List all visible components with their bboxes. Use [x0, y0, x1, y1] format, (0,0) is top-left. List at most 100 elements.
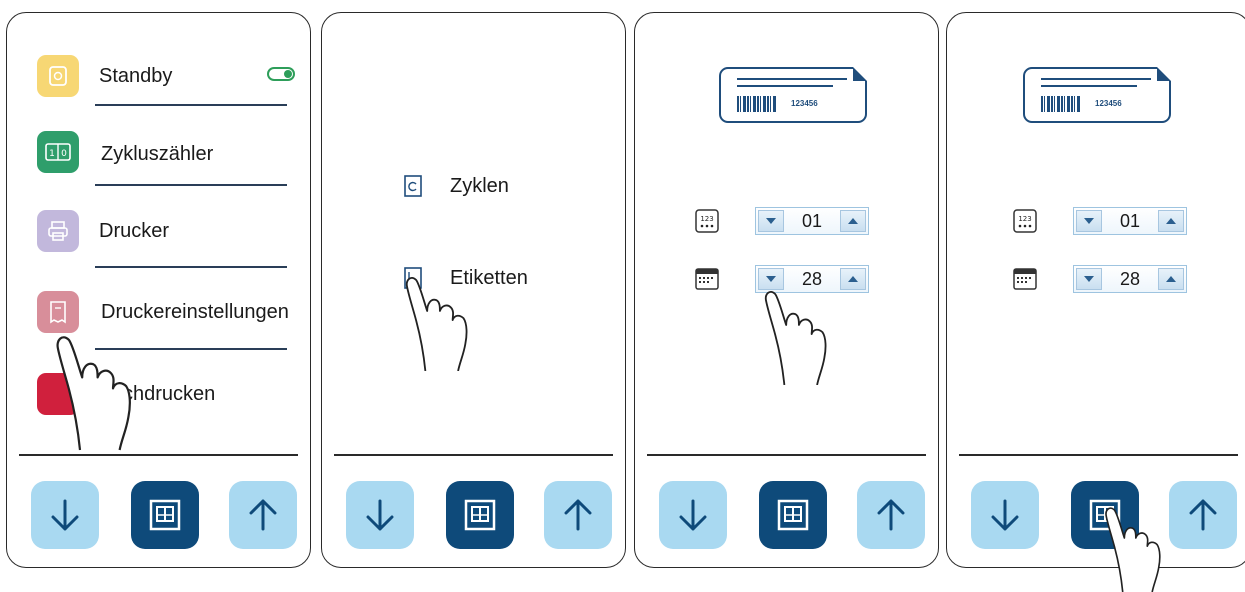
caret-up-icon [848, 276, 858, 282]
count-stepper[interactable]: 01 [1073, 207, 1187, 235]
caret-up-icon [848, 218, 858, 224]
arrow-up-icon [877, 499, 905, 531]
pointing-hand-icon [764, 290, 827, 385]
menu-label-printer: Drucker [99, 220, 170, 242]
arrow-down-icon [51, 499, 79, 531]
label-number: 123456 [791, 99, 818, 108]
barcode-icon [737, 96, 777, 112]
caret-up-icon [1166, 276, 1176, 282]
screen-main-menu: Standby 10 Zykluszähler Drucker Druckere… [6, 12, 311, 568]
printer-icon [37, 210, 79, 252]
arrow-up-icon [564, 499, 592, 531]
number-icon: 123 [1013, 209, 1037, 233]
increment-button[interactable] [1158, 210, 1184, 232]
caret-down-icon [1084, 218, 1094, 224]
count-stepper-row: 123 01 [695, 207, 875, 241]
calendar-icon [1013, 268, 1037, 290]
svg-text:123: 123 [700, 215, 713, 223]
submenu-label-labels: Etiketten [450, 267, 528, 289]
caret-down-icon [766, 276, 776, 282]
stepper-value: 01 [801, 211, 823, 231]
date-stepper-row: 28 [695, 265, 875, 299]
decrement-button[interactable] [758, 268, 784, 290]
stepper-value: 28 [801, 269, 823, 289]
date-stepper[interactable]: 28 [755, 265, 869, 293]
print-label-button[interactable] [1071, 481, 1139, 549]
decrement-button[interactable] [1076, 268, 1102, 290]
arrow-down-icon [366, 499, 394, 531]
caret-down-icon [766, 218, 776, 224]
date-stepper-row: 28 [1013, 265, 1193, 299]
bottom-divider [647, 454, 926, 456]
screen-printer-settings-submenu: Zyklen Etiketten [321, 12, 626, 568]
label-preview: 123456 [719, 67, 867, 123]
menu-item-standby[interactable]: Standby [37, 55, 297, 99]
menu-item-printer[interactable]: Drucker [37, 210, 297, 254]
arrow-down-icon [991, 499, 1019, 531]
bottom-divider [959, 454, 1238, 456]
menu-item-cycle-counter[interactable]: 10 Zykluszähler [37, 131, 297, 175]
decrement-button[interactable] [758, 210, 784, 232]
svg-text:123: 123 [1018, 215, 1031, 223]
decrement-button[interactable] [1076, 210, 1102, 232]
svg-text:1: 1 [49, 149, 55, 159]
receipt-icon [37, 291, 79, 333]
label-icon [404, 267, 422, 289]
print-label-icon [464, 499, 496, 531]
power-icon [37, 55, 79, 97]
label-line [1041, 85, 1137, 87]
label-preview: 123456 [1023, 67, 1171, 123]
print-label-button[interactable] [131, 481, 199, 549]
label-corner-fold [1157, 67, 1171, 81]
svg-text:0: 0 [61, 149, 67, 159]
scroll-up-button[interactable] [229, 481, 297, 549]
bottom-divider [334, 454, 613, 456]
screen-label-settings: 123456 123 01 28 [634, 12, 939, 568]
print-label-button[interactable] [759, 481, 827, 549]
calendar-icon [695, 268, 719, 290]
increment-button[interactable] [840, 268, 866, 290]
scroll-up-button[interactable] [544, 481, 612, 549]
date-stepper[interactable]: 28 [1073, 265, 1187, 293]
scroll-down-button[interactable] [346, 481, 414, 549]
increment-button[interactable] [840, 210, 866, 232]
count-stepper[interactable]: 01 [755, 207, 869, 235]
scroll-up-button[interactable] [1169, 481, 1237, 549]
menu-label-reprint: chdrucken [123, 383, 216, 405]
increment-button[interactable] [1158, 268, 1184, 290]
caret-up-icon [1166, 218, 1176, 224]
menu-label-standby: Standby [99, 65, 173, 87]
print-label-icon [1089, 499, 1121, 531]
label-corner-fold [853, 67, 867, 81]
counter-icon: 10 [37, 131, 79, 173]
label-line [1041, 78, 1151, 80]
scroll-down-button[interactable] [971, 481, 1039, 549]
print-label-icon [149, 499, 181, 531]
standby-toggle[interactable] [267, 67, 295, 81]
menu-label-cycle-counter: Zykluszähler [101, 143, 214, 165]
stepper-value: 28 [1119, 269, 1141, 289]
menu-item-printer-settings[interactable]: Druckereinstellungen [37, 291, 297, 335]
print-label-button[interactable] [446, 481, 514, 549]
scroll-up-button[interactable] [857, 481, 925, 549]
count-stepper-row: 123 01 [1013, 207, 1193, 241]
divider [95, 104, 287, 106]
submenu-label-cycles: Zyklen [450, 175, 509, 197]
stepper-value: 01 [1119, 211, 1141, 231]
bottom-divider [19, 454, 298, 456]
arrow-down-icon [679, 499, 707, 531]
scroll-down-button[interactable] [659, 481, 727, 549]
cycle-receipt-icon [404, 175, 422, 197]
menu-item-reprint[interactable]: chdrucken [37, 373, 297, 417]
divider [95, 266, 287, 268]
screen-label-print: 123456 123 01 28 [946, 12, 1245, 568]
scroll-down-button[interactable] [31, 481, 99, 549]
arrow-up-icon [1189, 499, 1217, 531]
arrow-up-icon [249, 499, 277, 531]
menu-label-printer-settings: Druckereinstellungen [101, 301, 289, 323]
label-line [737, 85, 833, 87]
print-label-icon [777, 499, 809, 531]
divider [95, 348, 287, 350]
number-icon: 123 [695, 209, 719, 233]
label-line [737, 78, 847, 80]
